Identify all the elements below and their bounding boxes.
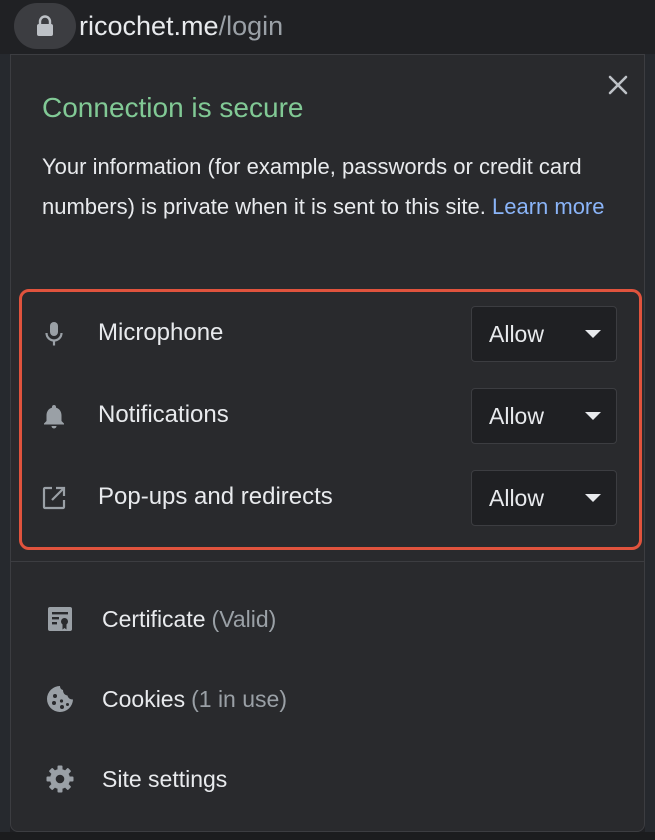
- open-external-icon: [42, 486, 66, 510]
- menu-item-label: Cookies (1 in use): [102, 684, 287, 714]
- certificate-icon: [48, 607, 72, 631]
- divider: [11, 561, 644, 562]
- close-icon: [608, 75, 628, 95]
- url-domain: ricochet.me: [79, 11, 219, 41]
- permission-row-popups: Pop-ups and redirects Allow: [22, 468, 639, 528]
- bell-icon: [44, 405, 64, 429]
- chevron-down-icon: [585, 330, 601, 338]
- site-info-button[interactable]: [14, 3, 76, 49]
- menu-item-label: Certificate (Valid): [102, 604, 276, 634]
- gear-icon: [46, 765, 74, 793]
- cookie-icon: [47, 686, 73, 712]
- page-background-right: [645, 54, 655, 840]
- close-button[interactable]: [603, 70, 633, 100]
- cookies-count: (1 in use): [191, 686, 287, 712]
- learn-more-link[interactable]: Learn more: [492, 194, 605, 219]
- cookies-label: Cookies: [102, 686, 186, 712]
- cookies-menu-item[interactable]: Cookies (1 in use): [11, 667, 644, 731]
- permission-label: Pop-ups and redirects: [98, 483, 333, 510]
- site-info-popup: Connection is secure Your information (f…: [10, 54, 645, 832]
- url-text[interactable]: ricochet.me/login: [79, 10, 283, 42]
- chevron-down-icon: [585, 412, 601, 420]
- select-value: Allow: [489, 403, 544, 429]
- lock-icon: [37, 15, 53, 36]
- microphone-permission-select[interactable]: Allow: [471, 306, 617, 362]
- page-background-left: [0, 54, 10, 840]
- select-value: Allow: [489, 321, 544, 347]
- select-value: Allow: [489, 485, 544, 511]
- chevron-down-icon: [585, 494, 601, 502]
- popups-permission-select[interactable]: Allow: [471, 470, 617, 526]
- page-background-bottom: [0, 832, 655, 840]
- certificate-menu-item[interactable]: Certificate (Valid): [11, 587, 644, 651]
- address-bar[interactable]: ricochet.me/login: [0, 0, 655, 54]
- certificate-status: (Valid): [211, 606, 277, 632]
- connection-status-title: Connection is secure: [42, 92, 304, 123]
- permission-label: Microphone: [98, 319, 224, 346]
- notifications-permission-select[interactable]: Allow: [471, 388, 617, 444]
- permission-row-microphone: Microphone Allow: [22, 304, 639, 364]
- site-settings-menu-item[interactable]: Site settings: [11, 747, 644, 811]
- permission-row-notifications: Notifications Allow: [22, 386, 639, 446]
- certificate-label: Certificate: [102, 606, 206, 632]
- url-path: /login: [218, 11, 284, 41]
- permissions-section: Microphone Allow Notifications Allow Pop…: [19, 289, 642, 550]
- permission-label: Notifications: [98, 401, 229, 428]
- site-settings-label: Site settings: [102, 766, 228, 792]
- menu-item-label: Site settings: [102, 764, 227, 794]
- microphone-icon: [45, 322, 63, 346]
- connection-description: Your information (for example, passwords…: [42, 147, 632, 227]
